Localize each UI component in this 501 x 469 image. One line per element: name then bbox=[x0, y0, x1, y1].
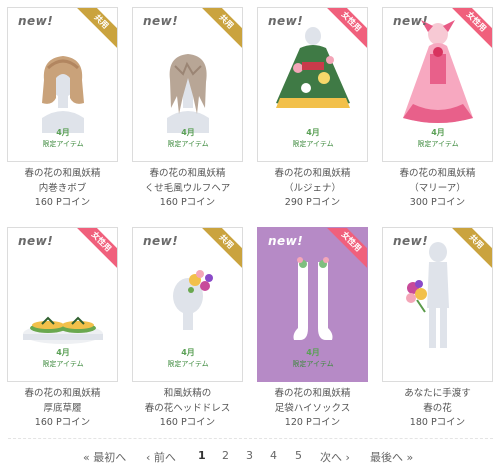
next-page-link[interactable]: 次へ › bbox=[320, 449, 350, 465]
limited-badge: 4月限定アイテム bbox=[36, 345, 90, 375]
badge-limited: 限定アイテム bbox=[292, 140, 334, 148]
limited-badge: 4月限定アイテム bbox=[286, 345, 340, 375]
badge-month: 4月 bbox=[306, 348, 320, 357]
item-caption: 春の花の和風妖精 （マリーア） 300 Pコイン bbox=[375, 167, 500, 211]
item-name-line2[interactable]: 足袋ハイソックス bbox=[250, 402, 375, 417]
badge-month: 4月 bbox=[56, 128, 70, 137]
category-ribbon: 女性用 bbox=[323, 8, 367, 52]
limited-badge: 4月限定アイテム bbox=[36, 125, 90, 155]
item-name-line1[interactable]: 春の花の和風妖精 bbox=[0, 167, 125, 182]
limited-badge: 4月限定アイテム bbox=[161, 125, 215, 155]
category-ribbon: 共用 bbox=[198, 8, 242, 52]
item-name-line2[interactable]: 内巻きボブ bbox=[0, 182, 125, 197]
item-price: 160 Pコイン bbox=[159, 197, 216, 208]
item-price: 120 Pコイン bbox=[284, 417, 341, 428]
badge-month: 4月 bbox=[181, 348, 195, 357]
badge-limited: 限定アイテム bbox=[167, 360, 209, 368]
item-card[interactable]: new! 女性用 4月限定アイテム bbox=[382, 7, 493, 162]
item-name-line2[interactable]: （ルジェナ） bbox=[250, 182, 375, 197]
limited-badge: 4月限定アイテム bbox=[161, 345, 215, 375]
item-price: 160 Pコイン bbox=[34, 197, 91, 208]
page-link-2[interactable]: 2 bbox=[222, 449, 229, 462]
new-label: new! bbox=[393, 14, 429, 28]
item-caption: あなたに手渡す 春の花 180 Pコイン bbox=[375, 387, 500, 431]
badge-month: 4月 bbox=[431, 128, 445, 137]
page-link-3[interactable]: 3 bbox=[246, 449, 253, 462]
category-ribbon: 女性用 bbox=[323, 228, 367, 272]
item-card[interactable]: new! 共用 4月限定アイテム bbox=[132, 227, 243, 382]
item-caption: 春の花の和風妖精 くせ毛風ウルフヘア 160 Pコイン bbox=[125, 167, 250, 211]
badge-limited: 限定アイテム bbox=[42, 360, 84, 368]
category-ribbon: 共用 bbox=[73, 8, 117, 52]
new-label: new! bbox=[18, 14, 54, 28]
item-card[interactable]: new! 共用 4月限定アイテム bbox=[132, 7, 243, 162]
item-name-line1[interactable]: 春の花の和風妖精 bbox=[0, 387, 125, 402]
item-price: 300 Pコイン bbox=[409, 197, 466, 208]
item-name-line2[interactable]: 春の花 bbox=[375, 402, 500, 417]
ribbon-label: 女性用 bbox=[323, 228, 367, 272]
limited-badge: 4月限定アイテム bbox=[286, 125, 340, 155]
item-name-line1[interactable]: 春の花の和風妖精 bbox=[375, 167, 500, 182]
category-ribbon: 共用 bbox=[448, 228, 492, 272]
item-name-line1[interactable]: 春の花の和風妖精 bbox=[125, 167, 250, 182]
item-name-line1[interactable]: 春の花の和風妖精 bbox=[250, 167, 375, 182]
item-price: 160 Pコイン bbox=[34, 417, 91, 428]
item-card[interactable]: new! 女性用 4月限定アイテム bbox=[257, 7, 368, 162]
category-ribbon: 女性用 bbox=[448, 8, 492, 52]
new-label: new! bbox=[393, 234, 429, 248]
last-page-link[interactable]: 最後へ » bbox=[370, 449, 413, 465]
item-card[interactable]: new! 共用 4月限定アイテム bbox=[7, 7, 118, 162]
item-caption: 春の花の和風妖精 （ルジェナ） 290 Pコイン bbox=[250, 167, 375, 211]
item-caption: 和風妖精の 春の花ヘッドドレス 160 Pコイン bbox=[125, 387, 250, 431]
badge-limited: 限定アイテム bbox=[167, 140, 209, 148]
item-price: 160 Pコイン bbox=[159, 417, 216, 428]
prev-page-link[interactable]: ‹ 前へ bbox=[146, 449, 176, 465]
ribbon-label: 女性用 bbox=[448, 8, 492, 52]
category-ribbon: 女性用 bbox=[73, 228, 117, 272]
badge-limited: 限定アイテム bbox=[417, 140, 459, 148]
ribbon-label: 女性用 bbox=[323, 8, 367, 52]
badge-limited: 限定アイテム bbox=[292, 360, 334, 368]
new-label: new! bbox=[143, 234, 179, 248]
item-price: 180 Pコイン bbox=[409, 417, 466, 428]
badge-month: 4月 bbox=[56, 348, 70, 357]
item-name-line2[interactable]: 厚底草履 bbox=[0, 402, 125, 417]
limited-badge: 4月限定アイテム bbox=[411, 125, 465, 155]
item-name-line2[interactable]: くせ毛風ウルフヘア bbox=[125, 182, 250, 197]
ribbon-label: 共用 bbox=[198, 228, 242, 272]
item-name-line1[interactable]: 春の花の和風妖精 bbox=[250, 387, 375, 402]
new-label: new! bbox=[268, 234, 304, 248]
new-label: new! bbox=[143, 14, 179, 28]
first-page-link[interactable]: « 最初へ bbox=[83, 449, 126, 465]
item-caption: 春の花の和風妖精 内巻きボブ 160 Pコイン bbox=[0, 167, 125, 211]
page-link-4[interactable]: 4 bbox=[270, 449, 277, 462]
ribbon-label: 共用 bbox=[198, 8, 242, 52]
ribbon-label: 女性用 bbox=[73, 228, 117, 272]
ribbon-label: 共用 bbox=[73, 8, 117, 52]
item-caption: 春の花の和風妖精 厚底草履 160 Pコイン bbox=[0, 387, 125, 431]
badge-limited: 限定アイテム bbox=[42, 140, 84, 148]
divider bbox=[8, 438, 493, 439]
item-card[interactable]: new! 女性用 4月限定アイテム bbox=[257, 227, 368, 382]
item-caption: 春の花の和風妖精 足袋ハイソックス 120 Pコイン bbox=[250, 387, 375, 431]
badge-month: 4月 bbox=[306, 128, 320, 137]
item-name-line2[interactable]: 春の花ヘッドドレス bbox=[125, 402, 250, 417]
pagination: « 最初へ ‹ 前へ 1 2 3 4 5 次へ › 最後へ » bbox=[0, 446, 501, 466]
page-link-5[interactable]: 5 bbox=[295, 449, 302, 462]
item-name-line1[interactable]: 和風妖精の bbox=[125, 387, 250, 402]
item-card[interactable]: new! 女性用 4月限定アイテム bbox=[7, 227, 118, 382]
item-card[interactable]: new! 共用 bbox=[382, 227, 493, 382]
page-link-1[interactable]: 1 bbox=[198, 449, 206, 462]
category-ribbon: 共用 bbox=[198, 228, 242, 272]
badge-month: 4月 bbox=[181, 128, 195, 137]
new-label: new! bbox=[268, 14, 304, 28]
item-name-line2[interactable]: （マリーア） bbox=[375, 182, 500, 197]
item-name-line1[interactable]: あなたに手渡す bbox=[375, 387, 500, 402]
new-label: new! bbox=[18, 234, 54, 248]
item-price: 290 Pコイン bbox=[284, 197, 341, 208]
ribbon-label: 共用 bbox=[448, 228, 492, 272]
